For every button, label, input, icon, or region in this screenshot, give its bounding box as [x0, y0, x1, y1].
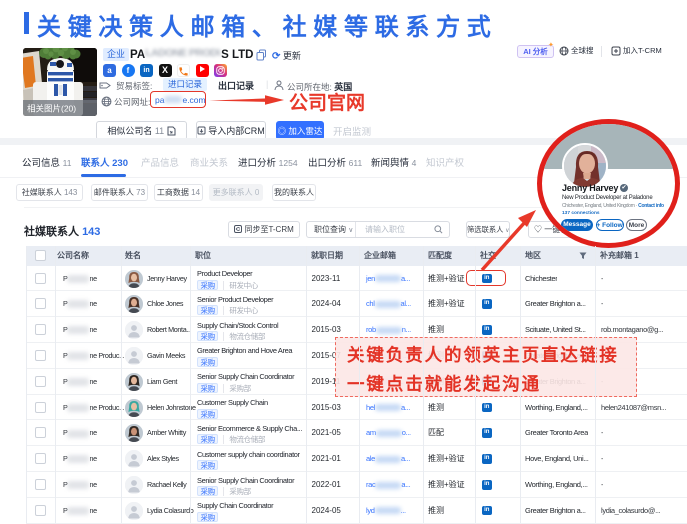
svg-text:相关图片(20): 相关图片(20) — [27, 104, 76, 114]
